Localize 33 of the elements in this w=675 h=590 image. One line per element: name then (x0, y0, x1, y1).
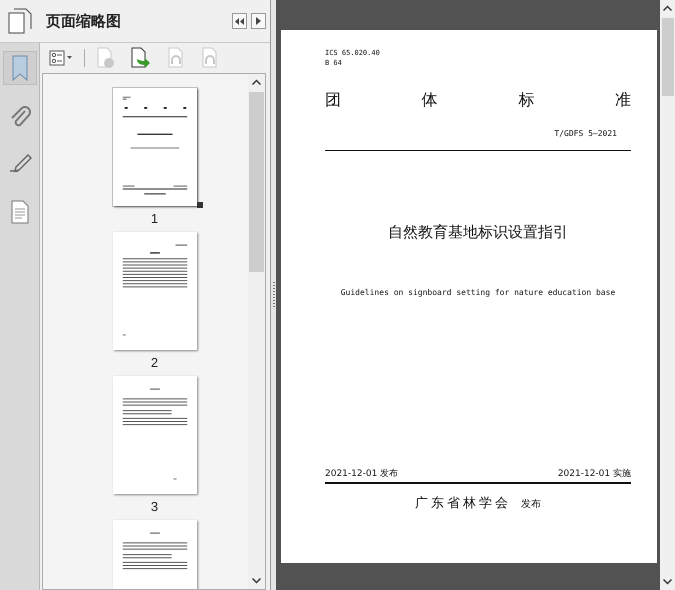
delete-page-icon (96, 47, 116, 69)
scrollbar-thumb[interactable] (662, 18, 674, 96)
document-icon (10, 200, 30, 224)
publisher: 广东省林学会 (415, 494, 511, 512)
pages-icon (8, 8, 32, 34)
panel-title: 页面缩略图 (44, 12, 122, 30)
paperclip-icon (8, 104, 30, 128)
standard-number: T/GDFS 5—2021 (553, 129, 617, 138)
english-title: Guidelines on signboard setting for nature education base (340, 288, 616, 297)
scroll-down-icon[interactable] (252, 578, 261, 584)
page-number: 1 (150, 211, 158, 226)
options-icon (49, 50, 73, 66)
page-thumbnail[interactable] (112, 376, 196, 494)
right-arrow-icon (256, 17, 261, 25)
scroll-up-icon[interactable] (663, 5, 672, 11)
page-thumbnail[interactable] (112, 232, 196, 350)
double-left-arrow-icon (235, 18, 244, 24)
issue-date: 2021-12-01 发布 (325, 468, 398, 480)
scrollbar-thumb[interactable] (249, 92, 264, 272)
expand-button[interactable] (251, 13, 266, 29)
collapse-button[interactable] (232, 13, 247, 29)
bookmark-icon (10, 55, 30, 81)
effective-date: 2021-12-01 实施 (558, 468, 631, 480)
page-arrow-icon (130, 47, 152, 69)
document-type: 团 体 标 准 (325, 90, 631, 111)
page-number: 2 (150, 355, 158, 370)
document-title: 自然教育基地标识设置指引 (387, 223, 569, 242)
scroll-up-icon[interactable] (252, 79, 261, 85)
page-number: 3 (150, 499, 158, 514)
scroll-down-icon[interactable] (663, 579, 672, 585)
pen-icon (8, 153, 32, 175)
page-thumbnail[interactable] (112, 88, 196, 206)
publisher-suffix: 发布 (521, 498, 541, 510)
